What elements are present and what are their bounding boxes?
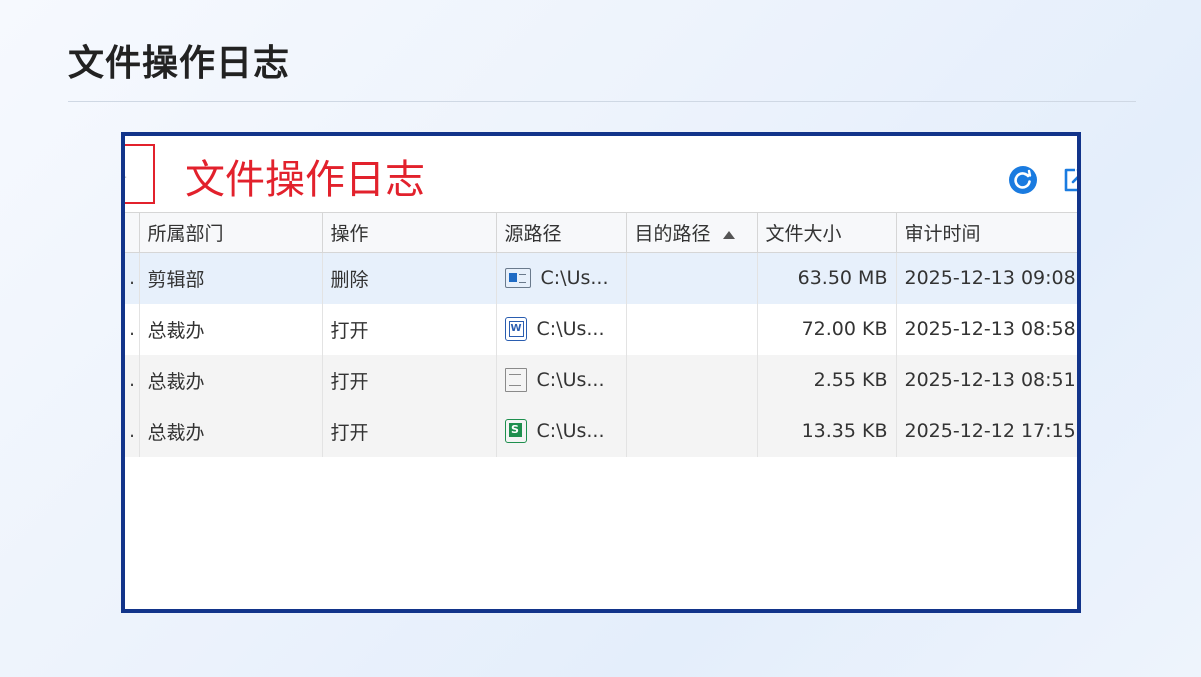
file-size-cell: 2.55 KB [757,354,897,406]
screenshot-frame: + 文件操作日志 所属部门 操作 源路径 目的路径 [121,132,1081,613]
column-header-action[interactable]: 操作 [322,212,497,253]
audit-time-cell: 2025-12-13 08:51 [896,354,1077,406]
column-header-department[interactable]: 所属部门 [139,212,323,253]
text-file-icon [504,368,527,392]
destination-path-cell [626,252,758,304]
source-path-text: C:\Us... [536,420,605,442]
panel-header: + 文件操作日志 [125,136,1077,212]
department-cell: 总裁办 [139,303,323,355]
destination-path-cell [626,303,758,355]
title-divider [68,101,1136,102]
video-file-icon [504,268,531,289]
destination-path-label: 目的路径 [634,223,711,245]
refresh-icon[interactable] [1009,166,1037,194]
source-path-cell: C:\Us... [496,354,627,406]
action-cell: 打开 [322,303,497,355]
department-cell: 剪辑部 [139,252,323,304]
export-icon[interactable] [1061,166,1077,194]
table-row[interactable]: . 总裁办 打开 S C:\Us... 13.35 KB 2025-12-12 1… [125,405,1077,457]
source-path-cell: C:\Us... [496,252,627,304]
file-size-cell: 13.35 KB [757,405,897,457]
audit-time-cell: 2025-12-13 08:58 [896,303,1077,355]
audit-time-cell: 2025-12-12 17:15 [896,405,1077,457]
file-size-cell: 72.00 KB [757,303,897,355]
table-row[interactable]: . 总裁办 打开 W C:\Us... 72.00 KB 2025-12-13 0… [125,303,1077,355]
audit-time-cell: 2025-12-13 09:08 [896,252,1077,304]
column-header-lead[interactable] [125,212,140,253]
row-lead-cell: . [125,405,140,457]
source-path-text: C:\Us... [536,318,605,340]
column-header-destination-path[interactable]: 目的路径 [626,212,758,253]
column-header-source-path[interactable]: 源路径 [496,212,627,253]
row-lead-cell: . [125,252,140,304]
department-cell: 总裁办 [139,354,323,406]
source-path-text: C:\Us... [536,369,605,391]
word-file-icon: W [504,317,527,341]
column-header-audit-time[interactable]: 审计时间 [896,212,1077,253]
source-path-text: C:\Us... [540,267,609,290]
table-row[interactable]: . 剪辑部 删除 C:\Us... 63.50 MB 2025-12-13 09… [125,252,1077,304]
column-header-file-size[interactable]: 文件大小 [757,212,897,253]
spreadsheet-file-icon: S [504,419,527,443]
action-cell: 打开 [322,405,497,457]
panel-title: 文件操作日志 [185,157,425,203]
slide-title: 文件操作日志 [68,43,291,84]
action-cell: 删除 [322,252,497,304]
table-header-row: 所属部门 操作 源路径 目的路径 文件大小 审计时间 [125,212,1077,253]
row-lead-cell: . [125,354,140,406]
department-cell: 总裁办 [139,405,323,457]
row-lead-cell: . [125,303,140,355]
source-path-cell: S C:\Us... [496,405,627,457]
sort-ascending-icon [722,230,735,239]
action-cell: 打开 [322,354,497,406]
file-size-cell: 63.50 MB [757,252,897,304]
destination-path-cell [626,405,758,457]
source-path-cell: W C:\Us... [496,303,627,355]
destination-path-cell [626,354,758,406]
log-table: 所属部门 操作 源路径 目的路径 文件大小 审计时间 . 剪辑部 删除 C:\U… [125,212,1077,457]
table-row[interactable]: . 总裁办 打开 C:\Us... 2.55 KB 2025-12-13 08:… [125,354,1077,406]
highlight-box: + [125,144,155,204]
